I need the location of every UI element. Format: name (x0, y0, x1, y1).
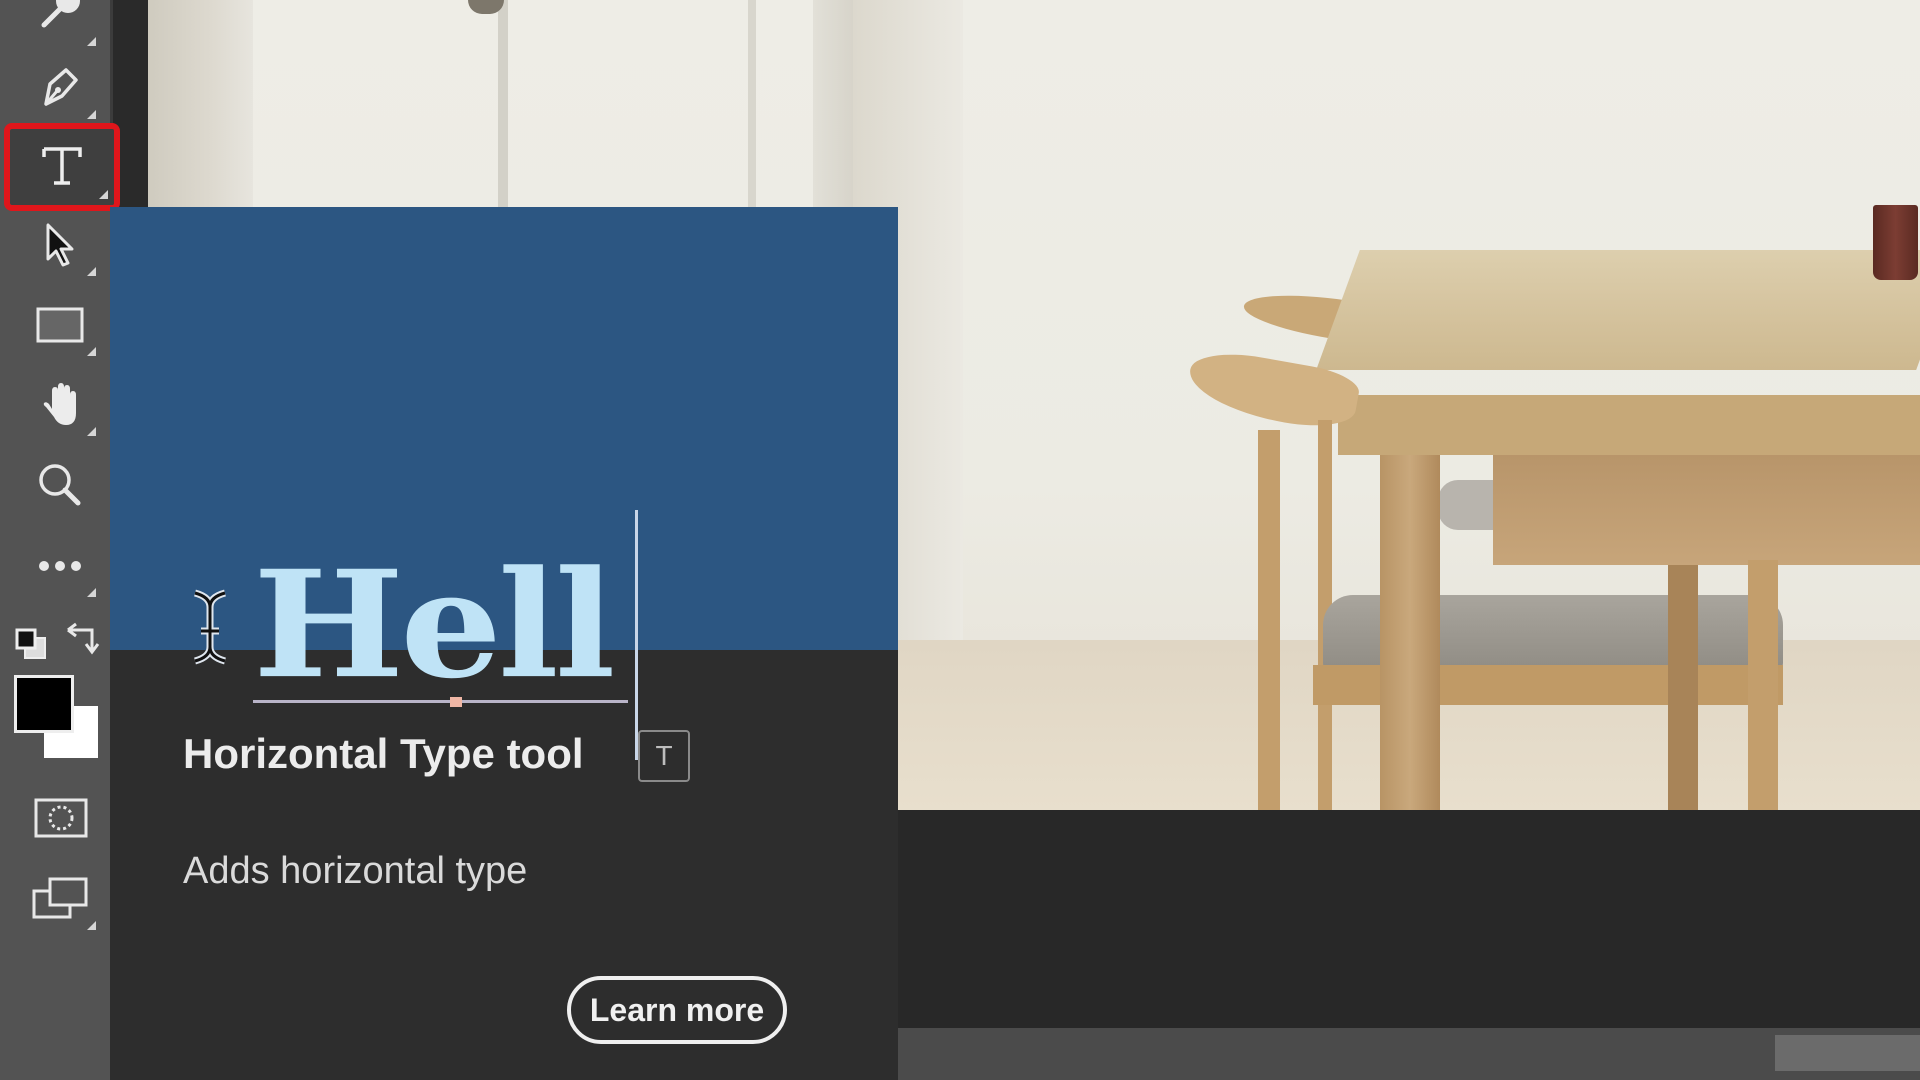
photo-table-top (1316, 250, 1920, 370)
tool-horizontal-type[interactable] (4, 123, 120, 211)
pen-icon (32, 60, 88, 121)
hand-icon (32, 377, 88, 438)
quick-mask-icon (32, 790, 88, 851)
scrollbar-thumb[interactable] (1775, 1035, 1920, 1071)
photo-chair-post (1258, 430, 1280, 810)
learn-more-button[interactable]: Learn more (567, 976, 787, 1044)
arrow-pointer-icon (32, 217, 88, 278)
submenu-indicator (87, 347, 96, 356)
tool-edit-toolbar[interactable] (18, 533, 102, 603)
type-icon (34, 137, 90, 198)
tool-quick-selection[interactable] (18, 0, 102, 52)
tooltip-title: Horizontal Type tool (183, 730, 584, 777)
photo-table-leg (1380, 455, 1440, 810)
submenu-indicator (99, 190, 108, 199)
photo-table-leg (1668, 565, 1698, 810)
submenu-indicator (87, 110, 96, 119)
tool-hand[interactable] (18, 372, 102, 442)
tool-pen[interactable] (18, 55, 102, 125)
swap-colors-icon[interactable] (66, 622, 102, 661)
magnifier-icon (32, 457, 88, 518)
submenu-indicator (87, 427, 96, 436)
tool-zoom[interactable] (18, 452, 102, 522)
screen-mode-button[interactable] (18, 866, 102, 936)
horizontal-scrollbar[interactable] (897, 1028, 1920, 1080)
tool-rich-tooltip: Hell Horizontal Type tool T Adds horizon… (110, 207, 898, 1080)
keyboard-shortcut-badge: T (638, 730, 690, 782)
rectangle-icon (32, 297, 88, 358)
submenu-indicator (87, 37, 96, 46)
submenu-indicator (87, 267, 96, 276)
submenu-indicator (87, 921, 96, 930)
photo-table-apron (1493, 455, 1920, 565)
tooltip-info: Horizontal Type tool T Adds horizontal t… (110, 650, 898, 1080)
pasteboard (897, 810, 1920, 1028)
toolbar-gap (110, 0, 148, 208)
tool-path-selection[interactable] (18, 212, 102, 282)
tooltip-description: Adds horizontal type (183, 850, 528, 892)
quick-mask-button[interactable] (18, 785, 102, 855)
brush-selection-icon (32, 0, 88, 48)
app-window: Hell Horizontal Type tool T Adds horizon… (0, 0, 1920, 1080)
foreground-color-swatch[interactable] (14, 675, 74, 733)
more-icon (32, 538, 88, 599)
default-colors-icon[interactable] (15, 628, 49, 665)
screen-mode-icon (32, 871, 88, 932)
submenu-indicator (87, 588, 96, 597)
photo-table-edge (1338, 395, 1920, 455)
photo-chair-post (1748, 560, 1778, 810)
tools-panel (0, 0, 120, 1080)
photo-cup (1873, 205, 1918, 280)
tool-rectangle[interactable] (18, 292, 102, 362)
